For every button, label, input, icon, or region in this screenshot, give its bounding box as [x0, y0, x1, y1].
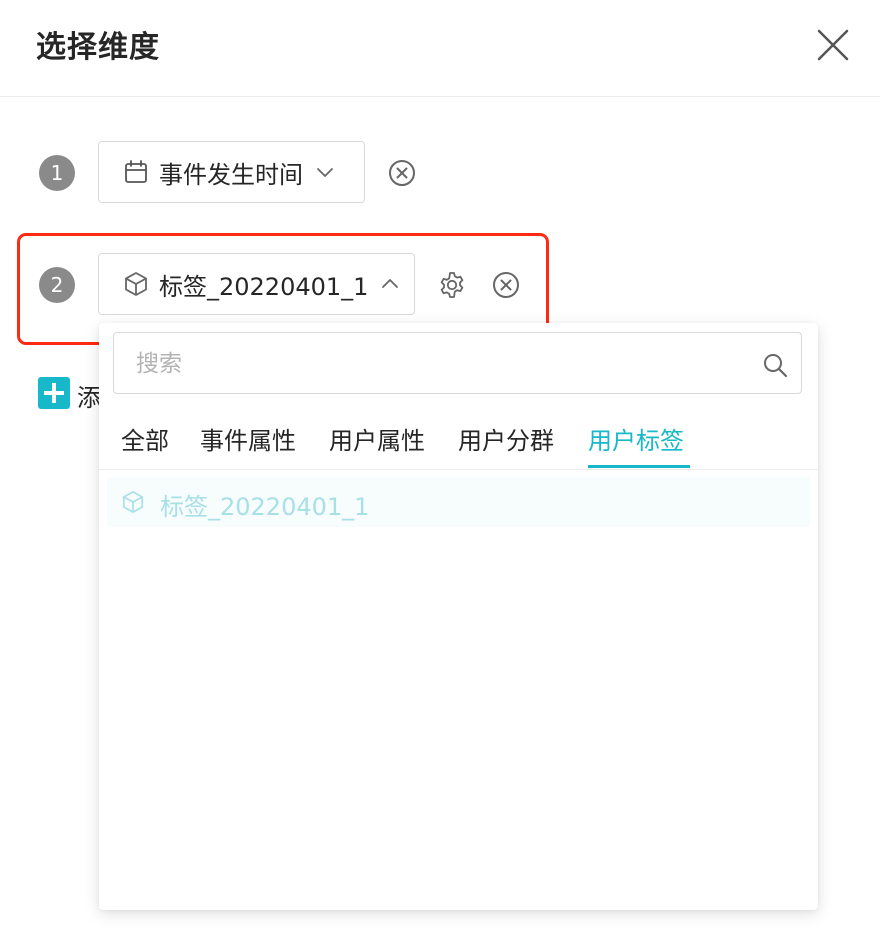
- search-icon[interactable]: [762, 352, 788, 378]
- active-tab-indicator: [588, 465, 690, 468]
- chevron-down-icon: [317, 168, 333, 177]
- option-item[interactable]: 标签_20220401_1: [107, 477, 810, 527]
- option-label: 标签_20220401_1: [160, 493, 370, 521]
- search-box: [113, 332, 802, 395]
- dimension-select-label-2: 标签_20220401_1: [159, 272, 369, 301]
- dialog-header: 选择维度: [0, 0, 880, 97]
- calendar-icon: [125, 160, 147, 183]
- remove-circle-icon[interactable]: [387, 158, 417, 188]
- chevron-up-icon: [382, 279, 399, 288]
- add-dimension-button[interactable]: [38, 377, 70, 409]
- tab-all[interactable]: 全部: [121, 421, 169, 456]
- dimension-dropdown: 全部 事件属性 用户属性 用户分群 用户标签 标签_20220401_1: [99, 323, 818, 910]
- tab-user-tags[interactable]: 用户标签: [588, 421, 684, 456]
- gear-icon[interactable]: [437, 270, 467, 300]
- tab-user-segments[interactable]: 用户分群: [458, 421, 554, 456]
- dimension-select-label-1: 事件发生时间: [159, 160, 303, 189]
- step-number-2: 2: [39, 267, 75, 303]
- dialog-title: 选择维度: [36, 30, 160, 65]
- tab-event-properties[interactable]: 事件属性: [200, 421, 296, 456]
- dimension-select-1[interactable]: 事件发生时间: [98, 141, 365, 203]
- cube-icon: [122, 491, 144, 513]
- step-number-1: 1: [39, 155, 75, 191]
- plus-icon: [44, 383, 64, 403]
- tab-user-properties[interactable]: 用户属性: [329, 421, 425, 456]
- remove-circle-icon[interactable]: [491, 270, 521, 300]
- add-dimension-label[interactable]: 添: [77, 378, 101, 413]
- category-tabs: 全部 事件属性 用户属性 用户分群 用户标签: [99, 416, 818, 470]
- cube-icon: [125, 272, 147, 296]
- dimension-select-2[interactable]: 标签_20220401_1: [98, 253, 415, 315]
- search-input[interactable]: [134, 333, 738, 395]
- close-icon[interactable]: [814, 26, 852, 64]
